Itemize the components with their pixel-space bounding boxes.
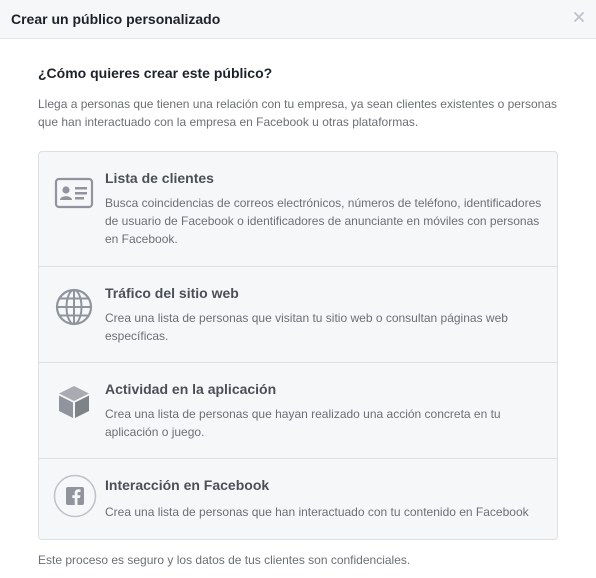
privacy-note: Este proceso es seguro y los datos de tu…: [38, 553, 411, 567]
option-description: Crea una lista de personas que hayan rea…: [105, 407, 501, 439]
audience-options-list: Lista de clientes Busca coincidencias de…: [38, 151, 558, 540]
option-description: Crea una lista de personas que visitan t…: [105, 311, 508, 343]
dialog-title: Crear un público personalizado: [11, 11, 221, 27]
option-customer-list[interactable]: Lista de clientes Busca coincidencias de…: [39, 152, 557, 266]
option-title: Interacción en Facebook: [105, 477, 270, 493]
option-description: Crea una lista de personas que han inter…: [105, 505, 529, 519]
option-website-traffic[interactable]: Tráfico del sitio web Crea una lista de …: [39, 266, 557, 362]
globe-icon: [53, 286, 95, 328]
section-question: ¿Cómo quieres crear este público?: [38, 65, 273, 81]
close-button[interactable]: [572, 10, 586, 24]
facebook-icon: [53, 474, 97, 518]
create-custom-audience-dialog: Crear un público personalizado ¿Cómo qui…: [0, 0, 596, 578]
cube-icon: [53, 381, 95, 423]
dialog-header: Crear un público personalizado: [0, 0, 596, 39]
option-description: Busca coincidencias de correos electróni…: [105, 196, 542, 246]
option-title: Tráfico del sitio web: [105, 285, 239, 301]
option-title: Actividad en la aplicación: [105, 381, 277, 397]
contact-card-icon: [53, 172, 95, 214]
close-icon: [574, 12, 584, 22]
option-title: Lista de clientes: [105, 170, 214, 186]
option-facebook-engagement[interactable]: Interacción en Facebook Crea una lista d…: [39, 458, 557, 539]
option-app-activity[interactable]: Actividad en la aplicación Crea una list…: [39, 362, 557, 458]
intro-text: Llega a personas que tienen una relación…: [38, 97, 557, 129]
